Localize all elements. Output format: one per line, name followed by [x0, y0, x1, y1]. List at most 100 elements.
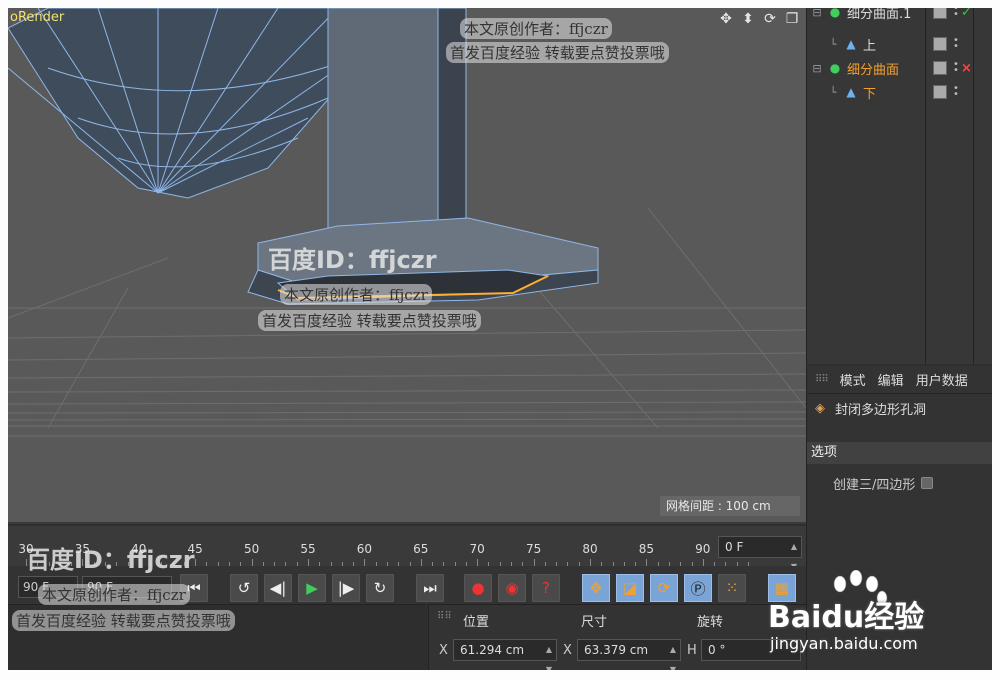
watermark-notice-bottom: 首发百度经验 转载要点赞投票哦: [12, 610, 235, 631]
subdivision-icon: ●: [829, 8, 841, 19]
timeline-tick-label: 70: [469, 542, 485, 556]
disable-x-icon[interactable]: ×: [961, 61, 972, 76]
keyframe-selection-button[interactable]: ?: [532, 574, 560, 602]
x-axis-label: X: [439, 643, 448, 658]
next-key-button[interactable]: ↻: [366, 574, 394, 602]
pan-icon[interactable]: ⬍: [738, 10, 758, 28]
attribute-tabs: ⠿⠿ 模式 编辑 用户数据: [807, 366, 992, 394]
next-frame-button[interactable]: |▶: [332, 574, 360, 602]
record-button[interactable]: ●: [464, 574, 492, 602]
polygon-tag-icon[interactable]: [933, 85, 947, 99]
object-label: 细分曲面.1: [847, 8, 912, 22]
x-size-value: 63.379 cm: [584, 643, 649, 657]
timeline-tick: [590, 559, 591, 566]
visibility-dots-icon[interactable]: • •: [953, 36, 959, 52]
x-size-field[interactable]: 63.379 cm ▲ ▼: [577, 639, 681, 670]
x-position-field[interactable]: 61.294 cm ▲ ▼: [453, 639, 557, 670]
maximize-icon[interactable]: ❐: [782, 10, 802, 28]
object-row[interactable]: ⊟ ● 细分曲面.1 • • ✓: [807, 8, 992, 24]
visibility-dots-icon[interactable]: • •: [953, 8, 959, 20]
watermark-notice-mid: 首发百度经验 转载要点赞投票哦: [258, 310, 481, 331]
polygon-tag-icon[interactable]: [933, 61, 947, 75]
object-row[interactable]: └ ▲ 上 • •: [807, 32, 992, 56]
tab-edit[interactable]: 编辑: [878, 370, 904, 389]
tree-line-icon: └: [829, 37, 837, 51]
timeline-tick-label: 60: [356, 542, 373, 556]
record-key-icon: ●: [471, 579, 485, 597]
rotation-header: 旋转: [697, 615, 724, 630]
object-row[interactable]: ⊟ ● 细分曲面 • • ×: [807, 56, 992, 80]
polygon-tag-icon[interactable]: [933, 37, 947, 51]
timeline-tick-label: 90: [695, 542, 711, 556]
close-hole-tool-icon: ◈: [815, 400, 825, 416]
autokey-button[interactable]: ◉: [498, 574, 526, 602]
dots-grid-icon: ⁙: [725, 579, 739, 597]
position-header: 位置: [463, 615, 490, 630]
move-icon[interactable]: ✥: [716, 10, 736, 28]
spinner-icon[interactable]: ▲▼: [546, 640, 552, 670]
grip-icon[interactable]: ⠿⠿: [815, 374, 829, 385]
x-position-value: 61.294 cm: [460, 643, 525, 657]
object-row[interactable]: └ ▲ 下 • •: [807, 80, 992, 104]
timeline-tick-label: 80: [582, 542, 598, 556]
baidu-url: jingyan.baidu.com: [770, 634, 918, 653]
tree-line-icon: └: [829, 85, 837, 99]
parameter-p-icon: Ⓟ: [690, 579, 706, 598]
polygon-object-icon: ▲: [846, 85, 856, 99]
h-rotation-value: 0 °: [708, 643, 726, 657]
go-to-end-button[interactable]: ⏭: [416, 574, 444, 602]
create-tri-quad-option[interactable]: 创建三/四边形: [807, 472, 992, 494]
timeline-tick: [646, 559, 648, 566]
object-label: 下: [863, 86, 877, 102]
polygon-object-icon: ▲: [846, 37, 856, 51]
timeline-tick: [420, 559, 422, 566]
timeline-tick-label: 55: [300, 542, 316, 556]
timeline-tick: [251, 559, 253, 566]
tree-expander-icon[interactable]: ⊟: [807, 62, 827, 75]
play-button[interactable]: ▶: [298, 574, 326, 602]
tree-expander-icon[interactable]: ⊟: [807, 8, 827, 19]
prev-key-icon: ↺: [237, 579, 251, 597]
prev-key-button[interactable]: ↺: [230, 574, 258, 602]
tab-user-data[interactable]: 用户数据: [916, 370, 968, 389]
watermark-id-mid: 百度ID：ffjczr: [268, 246, 437, 274]
scale-icon: ◪: [622, 579, 638, 597]
timeline-tick: [477, 559, 479, 566]
current-frame-field[interactable]: 0 F ▲▼: [718, 536, 802, 571]
options-section-header[interactable]: 选项: [807, 442, 992, 464]
next-key-icon: ↻: [373, 579, 387, 597]
polygon-tag-icon[interactable]: [933, 8, 947, 19]
tri-quad-checkbox[interactable]: [921, 477, 934, 489]
coordinate-row-x: X 61.294 cm ▲ ▼ X 63.379 cm ▲ ▼ H 0 °: [429, 639, 807, 670]
play-icon: ▶: [306, 579, 318, 597]
timeline-tick-label: 75: [525, 542, 542, 556]
object-manager: ⊟ ● 细分曲面.1 • • ✓ └ ▲ 上 • • ⊟ ● 细分曲面 • • × └…: [806, 8, 992, 364]
prev-frame-icon: ◀|: [269, 579, 287, 597]
spinner-icon[interactable]: ▲▼: [670, 640, 676, 670]
timeline-tick: [364, 559, 366, 566]
parameter-key-button[interactable]: Ⓟ: [684, 574, 712, 602]
object-label: 细分曲面: [847, 62, 900, 78]
object-label: 上: [863, 38, 877, 54]
position-key-button[interactable]: ✥: [582, 574, 610, 602]
timeline-tick-label: 50: [243, 542, 260, 556]
current-frame-value: 0 F: [725, 540, 744, 554]
next-frame-icon: |▶: [337, 579, 355, 597]
tab-mode[interactable]: 模式: [840, 370, 866, 389]
visibility-dots-icon[interactable]: • •: [953, 60, 959, 76]
visibility-dots-icon[interactable]: • •: [953, 84, 959, 100]
prev-frame-button[interactable]: ◀|: [264, 574, 292, 602]
size-header: 尺寸: [581, 615, 608, 630]
enable-check-icon[interactable]: ✓: [961, 8, 972, 20]
rotate-icon[interactable]: ⟳: [760, 10, 780, 28]
rotation-key-button[interactable]: ⟳: [650, 574, 678, 602]
scale-key-button[interactable]: ◪: [616, 574, 644, 602]
subdivision-icon: ●: [829, 61, 841, 75]
watermark-author-bottom: 本文原创作者：ffjczr: [38, 584, 190, 605]
timeline-tick: [702, 559, 704, 566]
baidu-brand: Baidu经验: [768, 600, 925, 635]
grid-spacing-readout: 网格间距 : 100 cm: [660, 496, 800, 516]
move-arrows-icon: ✥: [589, 579, 603, 597]
point-level-button[interactable]: ⁙: [718, 574, 746, 602]
grip-icon[interactable]: ⠿⠿: [437, 611, 452, 622]
